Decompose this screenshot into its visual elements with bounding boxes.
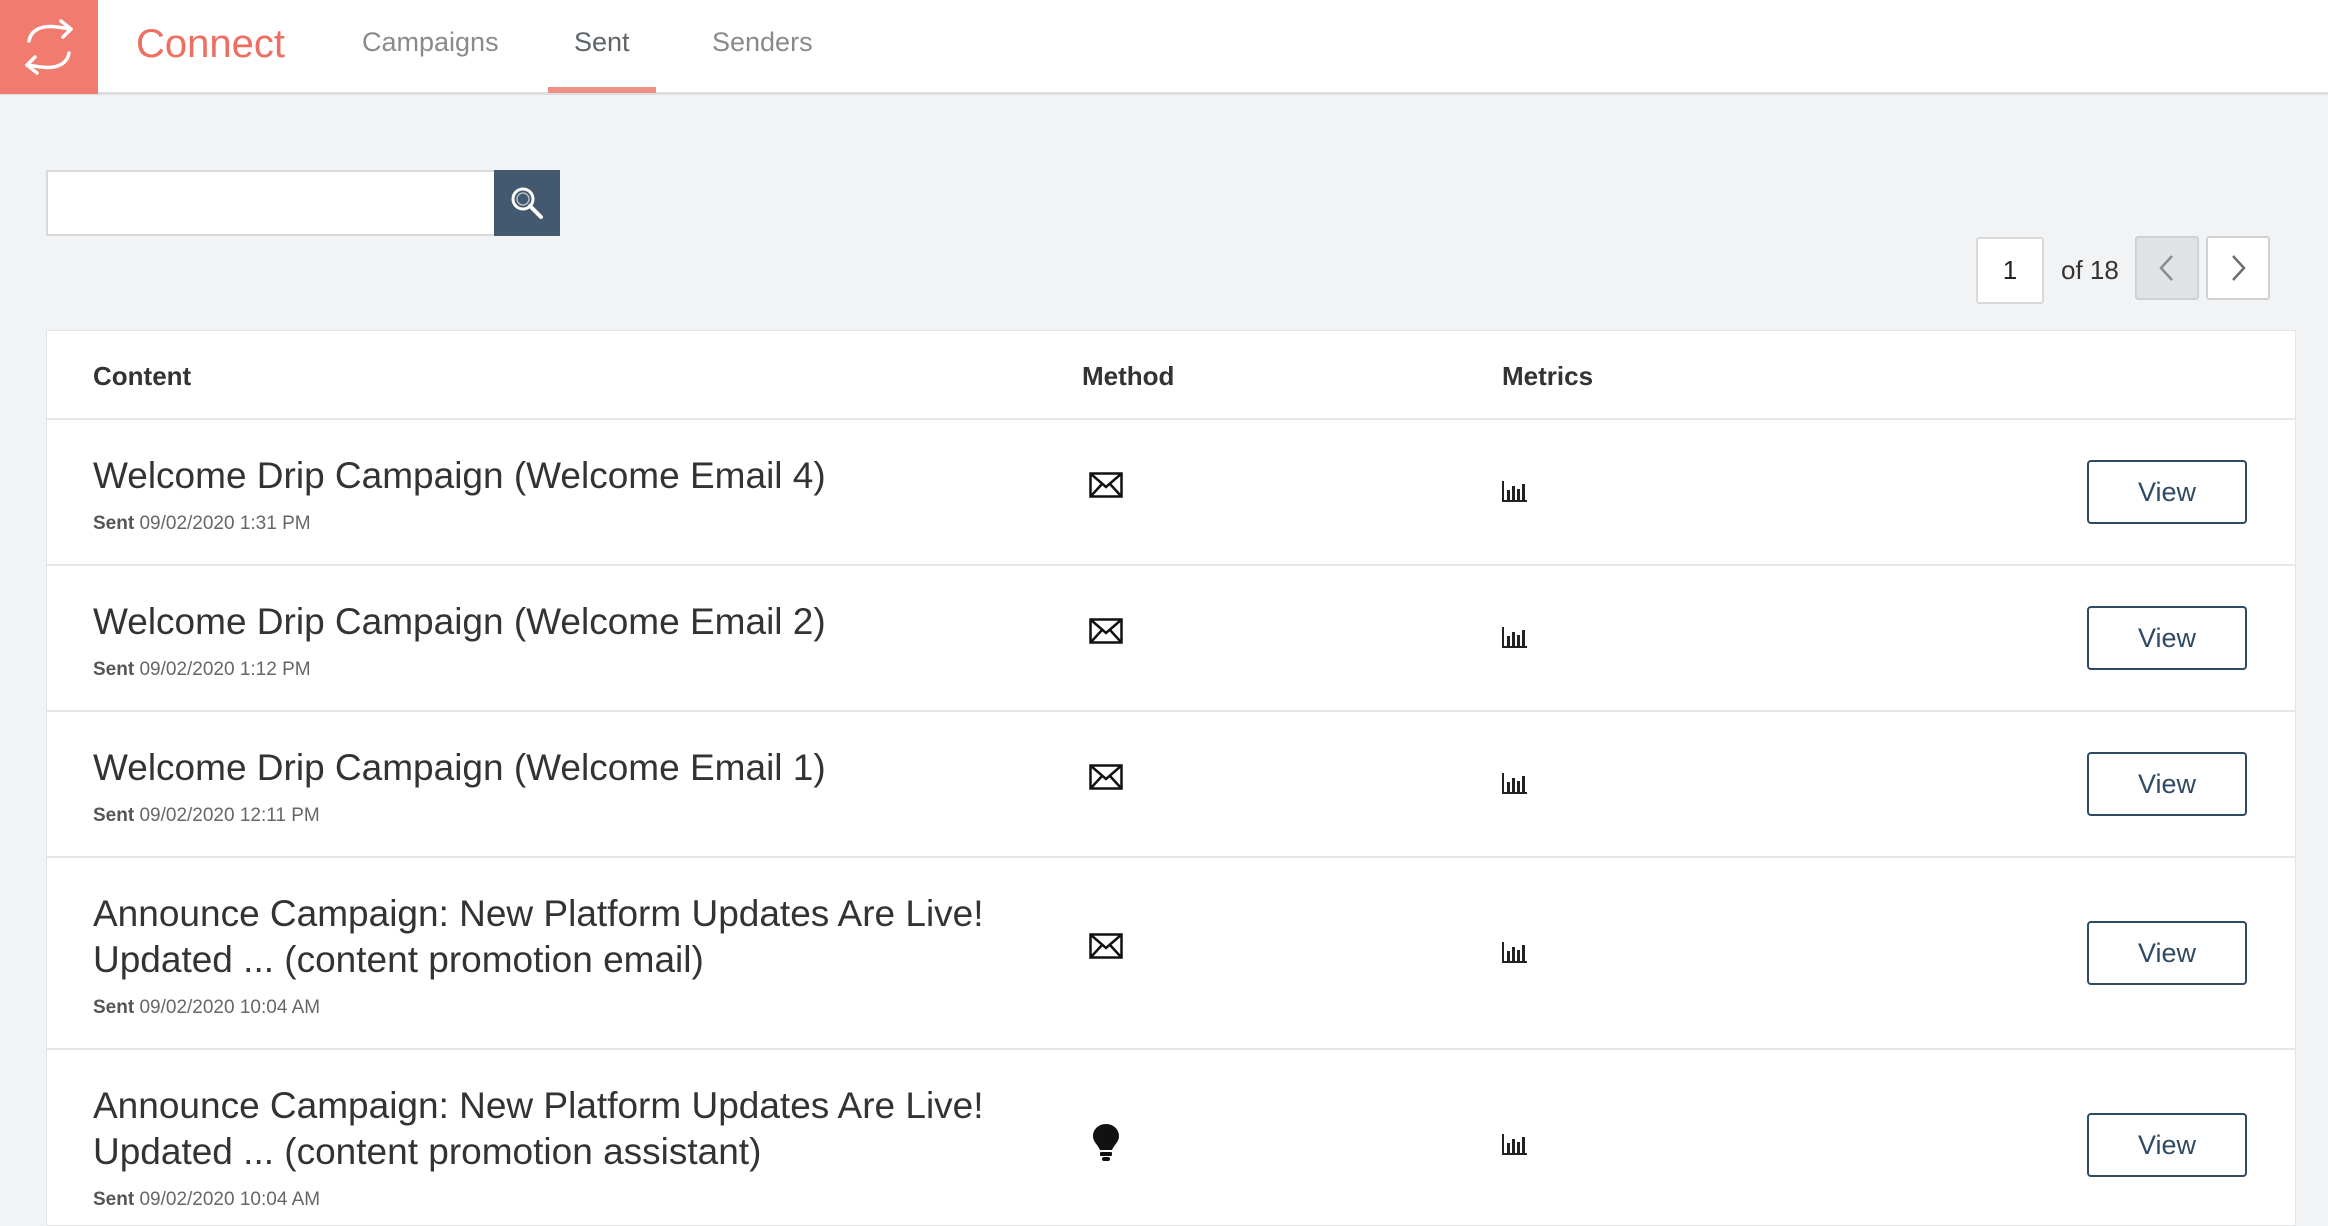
view-button[interactable]: View xyxy=(2087,921,2247,985)
view-button[interactable]: View xyxy=(2087,752,2247,816)
row-title-line-2[interactable]: Updated ... (content promotion email) xyxy=(93,937,704,983)
tab-senders[interactable]: Senders xyxy=(712,22,813,62)
sent-timestamp: 09/02/2020 10:04 AM xyxy=(139,1189,321,1210)
sent-label: Sent xyxy=(93,513,135,534)
sent-label: Sent xyxy=(93,805,135,826)
table-row: Announce Campaign: New Platform Updates … xyxy=(47,1050,2295,1225)
metrics-link[interactable] xyxy=(1502,626,1528,648)
row-sent-time: Sent 09/02/2020 1:31 PM xyxy=(93,512,311,536)
column-header-metrics: Metrics xyxy=(1502,361,1594,391)
envelope-icon xyxy=(1089,472,1123,498)
method-email xyxy=(1089,933,1123,959)
row-sent-time: Sent 09/02/2020 10:04 AM xyxy=(93,996,320,1020)
chevron-left-icon xyxy=(2159,255,2173,281)
metrics-link[interactable] xyxy=(1502,480,1528,502)
metrics-link[interactable] xyxy=(1502,1133,1528,1155)
search-button[interactable] xyxy=(494,170,560,236)
column-header-content: Content xyxy=(93,361,192,391)
sent-label: Sent xyxy=(93,1189,135,1210)
page-number-input[interactable] xyxy=(1976,237,2044,304)
app-name[interactable]: Connect xyxy=(136,18,285,70)
tab-sent[interactable]: Sent xyxy=(574,22,630,62)
bar-chart-icon xyxy=(1502,481,1527,502)
view-button[interactable]: View xyxy=(2087,606,2247,670)
method-email xyxy=(1089,472,1123,498)
view-button[interactable]: View xyxy=(2087,460,2247,524)
sent-label: Sent xyxy=(93,659,135,680)
row-sent-time: Sent 09/02/2020 1:12 PM xyxy=(93,658,311,682)
method-email xyxy=(1089,618,1123,644)
row-title[interactable]: Welcome Drip Campaign (Welcome Email 4) xyxy=(93,453,826,499)
table-row: Announce Campaign: New Platform Updates … xyxy=(47,858,2295,1050)
sent-timestamp: 09/02/2020 12:11 PM xyxy=(139,805,320,826)
search-icon xyxy=(511,187,543,219)
sent-label: Sent xyxy=(93,997,135,1018)
column-header-method: Method xyxy=(1082,361,1175,391)
view-button[interactable]: View xyxy=(2087,1113,2247,1177)
table-row: Welcome Drip Campaign (Welcome Email 1) … xyxy=(47,712,2295,858)
metrics-link[interactable] xyxy=(1502,941,1528,963)
row-title[interactable]: Welcome Drip Campaign (Welcome Email 1) xyxy=(93,745,826,791)
bar-chart-icon xyxy=(1502,1134,1527,1155)
active-tab-indicator xyxy=(548,87,656,93)
sent-messages-table: Content Method Metrics Welcome Drip Camp… xyxy=(46,330,2296,1226)
envelope-icon xyxy=(1089,933,1123,959)
page-total: of 18 xyxy=(2061,255,2119,285)
row-sent-time: Sent 09/02/2020 12:11 PM xyxy=(93,804,320,828)
bar-chart-icon xyxy=(1502,627,1527,648)
previous-page-button[interactable] xyxy=(2135,236,2199,300)
tab-campaigns[interactable]: Campaigns xyxy=(362,22,499,62)
envelope-icon xyxy=(1089,618,1123,644)
method-email xyxy=(1089,764,1123,790)
bar-chart-icon xyxy=(1502,773,1527,794)
row-title-line-2[interactable]: Updated ... (content promotion assistant… xyxy=(93,1129,761,1175)
metrics-link[interactable] xyxy=(1502,772,1528,794)
bar-chart-icon xyxy=(1502,942,1527,963)
table-row: Welcome Drip Campaign (Welcome Email 4) … xyxy=(47,420,2295,566)
top-navigation-bar: Connect Campaigns Sent Senders xyxy=(0,0,2328,95)
row-title[interactable]: Welcome Drip Campaign (Welcome Email 2) xyxy=(93,599,826,645)
search-input[interactable] xyxy=(46,170,494,236)
lightbulb-icon xyxy=(1093,1124,1119,1161)
row-title-line-1[interactable]: Announce Campaign: New Platform Updates … xyxy=(93,891,984,937)
table-row: Welcome Drip Campaign (Welcome Email 2) … xyxy=(47,566,2295,712)
row-sent-time: Sent 09/02/2020 10:04 AM xyxy=(93,1188,320,1212)
envelope-icon xyxy=(1089,764,1123,790)
sent-timestamp: 09/02/2020 1:31 PM xyxy=(139,513,311,534)
app-logo[interactable] xyxy=(0,0,98,94)
sent-timestamp: 09/02/2020 10:04 AM xyxy=(139,997,321,1018)
method-assistant xyxy=(1091,1123,1121,1163)
chevron-right-icon xyxy=(2232,255,2246,281)
sent-timestamp: 09/02/2020 1:12 PM xyxy=(139,659,311,680)
table-header: Content Method Metrics xyxy=(47,331,2295,420)
sync-arrows-icon xyxy=(25,19,73,75)
next-page-button[interactable] xyxy=(2206,236,2270,300)
row-title-line-1[interactable]: Announce Campaign: New Platform Updates … xyxy=(93,1083,984,1129)
